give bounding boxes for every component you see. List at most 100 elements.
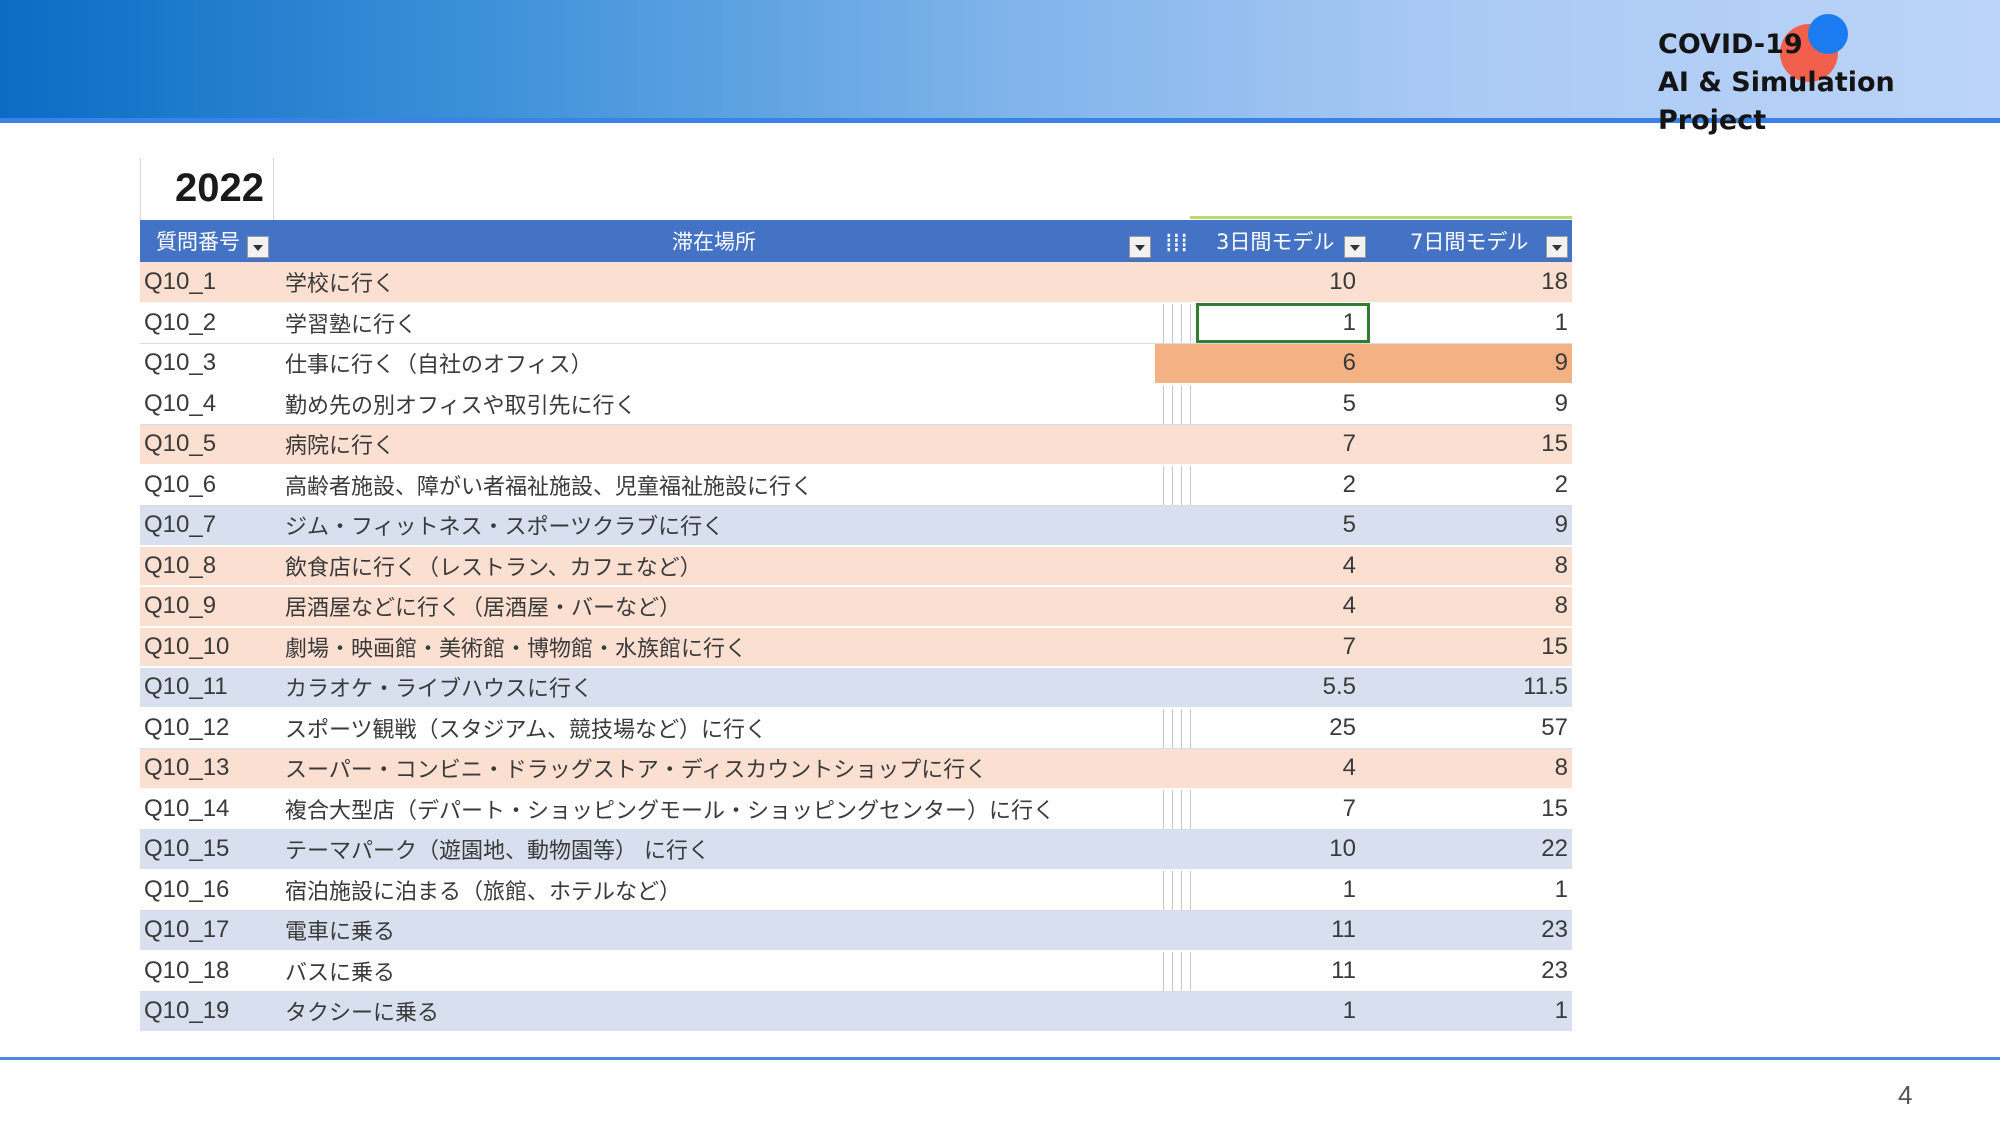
question-id-cell[interactable]: Q10_19 [140, 991, 273, 1033]
model-7day-cell[interactable]: 18 [1370, 262, 1572, 304]
question-id-cell[interactable]: Q10_4 [140, 383, 273, 425]
filter-dropdown-icon[interactable] [1546, 236, 1568, 258]
model-7day-cell[interactable]: 1 [1370, 302, 1572, 344]
model-7day-cell[interactable]: 9 [1370, 505, 1572, 547]
filter-dropdown-icon[interactable] [1344, 236, 1366, 258]
hidden-columns-cell [1155, 464, 1196, 506]
model-7day-cell[interactable]: 8 [1370, 545, 1572, 587]
question-id-cell[interactable]: Q10_17 [140, 910, 273, 952]
question-id-cell[interactable]: Q10_9 [140, 586, 273, 628]
filter-dropdown-icon[interactable] [1129, 236, 1151, 258]
model-7day-cell[interactable]: 8 [1370, 748, 1572, 790]
location-cell[interactable]: 仕事に行く（自社のオフィス） [273, 343, 1155, 385]
hidden-columns-cell [1155, 950, 1196, 992]
hidden-columns-cell [1155, 829, 1196, 871]
question-id-cell[interactable]: Q10_1 [140, 262, 273, 304]
model-3day-cell[interactable]: 25 [1196, 707, 1370, 749]
location-cell[interactable]: テーマパーク（遊園地、動物園等） に行く [273, 829, 1155, 871]
model-3day-cell[interactable]: 4 [1196, 586, 1370, 628]
model-3day-cell[interactable]: 4 [1196, 545, 1370, 587]
table-row: Q10_3 仕事に行く（自社のオフィス） 6 9 [140, 343, 1572, 385]
location-cell[interactable]: 勤め先の別オフィスや取引先に行く [273, 383, 1155, 425]
location-cell[interactable]: 病院に行く [273, 424, 1155, 466]
location-cell[interactable]: 学習塾に行く [273, 302, 1155, 344]
model-3day-cell[interactable]: 5 [1196, 383, 1370, 425]
model-3day-cell[interactable]: 10 [1196, 829, 1370, 871]
model-3day-cell[interactable]: 7 [1196, 424, 1370, 466]
location-cell[interactable]: スポーツ観戦（スタジアム、競技場など）に行く [273, 707, 1155, 749]
model-3day-cell[interactable]: 11 [1196, 950, 1370, 992]
question-id-cell[interactable]: Q10_16 [140, 869, 273, 911]
question-id-cell[interactable]: Q10_7 [140, 505, 273, 547]
location-cell[interactable]: 劇場・映画館・美術館・博物館・水族館に行く [273, 626, 1155, 668]
model-7day-cell[interactable]: 15 [1370, 424, 1572, 466]
model-7day-cell[interactable]: 23 [1370, 910, 1572, 952]
model-3day-cell[interactable]: 4 [1196, 748, 1370, 790]
table-row: Q10_2 学習塾に行く 1 1 [140, 302, 1572, 344]
location-cell[interactable]: バスに乗る [273, 950, 1155, 992]
hidden-columns-cell [1155, 748, 1196, 790]
model-3day-cell[interactable]: 1 [1196, 991, 1370, 1033]
model-7day-cell[interactable]: 9 [1370, 383, 1572, 425]
model-3day-cell[interactable]: 1 [1196, 869, 1370, 911]
brand-line-1: COVID-19 [1658, 29, 1803, 60]
stay-location-table: 質問番号 滞在場所 ┋┋┋ 3日間モデル 7日間モデル Q10_1 学校に行く … [140, 220, 1572, 1033]
year-cell: 2022 [140, 158, 274, 220]
question-id-cell[interactable]: Q10_12 [140, 707, 273, 749]
model-7day-cell[interactable]: 8 [1370, 586, 1572, 628]
hidden-columns-cell [1155, 545, 1196, 587]
model-7day-cell[interactable]: 9 [1370, 343, 1572, 385]
model-7day-cell[interactable]: 22 [1370, 829, 1572, 871]
model-7day-cell[interactable]: 15 [1370, 788, 1572, 830]
model-7day-cell[interactable]: 57 [1370, 707, 1572, 749]
location-cell[interactable]: 居酒屋などに行く（居酒屋・バーなど） [273, 586, 1155, 628]
model-3day-cell[interactable]: 7 [1196, 626, 1370, 668]
location-cell[interactable]: 学校に行く [273, 262, 1155, 304]
year-label: 2022 [175, 166, 264, 210]
model-7day-cell[interactable]: 11.5 [1370, 667, 1572, 709]
location-cell[interactable]: 複合大型店（デパート・ショッピングモール・ショッピングセンター）に行く [273, 788, 1155, 830]
model-3day-cell[interactable]: 7 [1196, 788, 1370, 830]
table-row: Q10_1 学校に行く 10 18 [140, 262, 1572, 304]
hidden-columns-cell [1155, 343, 1196, 385]
location-cell[interactable]: スーパー・コンビニ・ドラッグストア・ディスカウントショップに行く [273, 748, 1155, 790]
question-id-cell[interactable]: Q10_5 [140, 424, 273, 466]
question-id-cell[interactable]: Q10_15 [140, 829, 273, 871]
table-row: Q10_4 勤め先の別オフィスや取引先に行く 5 9 [140, 383, 1572, 425]
model-7day-cell[interactable]: 23 [1370, 950, 1572, 992]
question-id-cell[interactable]: Q10_14 [140, 788, 273, 830]
location-cell[interactable]: タクシーに乗る [273, 991, 1155, 1033]
location-cell[interactable]: 高齢者施設、障がい者福祉施設、児童福祉施設に行く [273, 464, 1155, 506]
question-id-cell[interactable]: Q10_8 [140, 545, 273, 587]
location-cell[interactable]: 宿泊施設に泊まる（旅館、ホテルなど） [273, 869, 1155, 911]
model-7day-cell[interactable]: 2 [1370, 464, 1572, 506]
question-id-cell[interactable]: Q10_13 [140, 748, 273, 790]
model-7day-cell[interactable]: 1 [1370, 869, 1572, 911]
model-3day-cell[interactable]: 6 [1196, 343, 1370, 385]
location-cell[interactable]: ジム・フィットネス・スポーツクラブに行く [273, 505, 1155, 547]
question-id-cell[interactable]: Q10_18 [140, 950, 273, 992]
filter-dropdown-icon[interactable] [247, 236, 269, 258]
brand-line-2: AI & Simulation Project [1658, 67, 1895, 136]
location-cell[interactable]: カラオケ・ライブハウスに行く [273, 667, 1155, 709]
question-id-cell[interactable]: Q10_2 [140, 302, 273, 344]
model-3day-cell[interactable]: 1 [1196, 302, 1370, 344]
hidden-columns-cell [1155, 667, 1196, 709]
model-3day-cell[interactable]: 5 [1196, 505, 1370, 547]
model-7day-cell[interactable]: 1 [1370, 991, 1572, 1033]
model-3day-cell[interactable]: 11 [1196, 910, 1370, 952]
location-cell[interactable]: 電車に乗る [273, 910, 1155, 952]
location-cell[interactable]: 飲食店に行く（レストラン、カフェなど） [273, 545, 1155, 587]
table-row: Q10_6 高齢者施設、障がい者福祉施設、児童福祉施設に行く 2 2 [140, 464, 1572, 506]
question-id-cell[interactable]: Q10_6 [140, 464, 273, 506]
hidden-columns-cell [1155, 383, 1196, 425]
model-3day-cell[interactable]: 10 [1196, 262, 1370, 304]
model-3day-cell[interactable]: 2 [1196, 464, 1370, 506]
question-id-cell[interactable]: Q10_11 [140, 667, 273, 709]
hidden-columns-cell [1155, 788, 1196, 830]
model-3day-cell[interactable]: 5.5 [1196, 667, 1370, 709]
question-id-cell[interactable]: Q10_10 [140, 626, 273, 668]
header-hidden-columns: ┋┋┋ [1155, 220, 1196, 262]
question-id-cell[interactable]: Q10_3 [140, 343, 273, 385]
model-7day-cell[interactable]: 15 [1370, 626, 1572, 668]
